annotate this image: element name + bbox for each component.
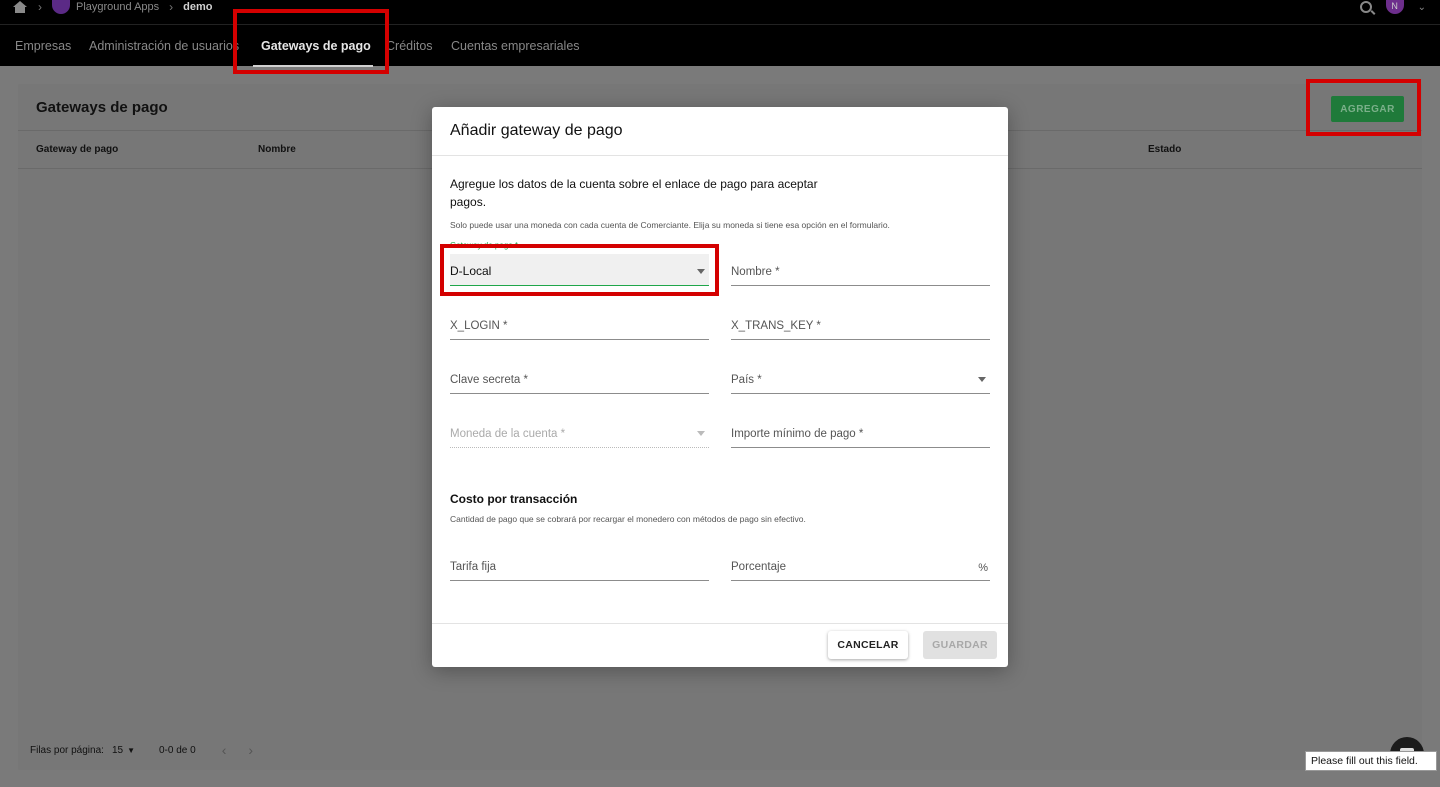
breadcrumb: › Playground Apps › demo (12, 0, 213, 14)
tarifa-fija-label: Tarifa fija (450, 561, 497, 573)
next-page-icon[interactable]: › (248, 742, 253, 758)
previous-page-icon[interactable]: ‹ (222, 742, 227, 758)
divider (432, 623, 1008, 624)
main-nav: Empresas Administración de usuarios Gate… (0, 24, 1440, 67)
tarifa-fija-field[interactable]: Tarifa fija (450, 549, 709, 581)
cancel-button[interactable]: CANCELAR (828, 631, 908, 659)
dropdown-arrow-icon (978, 377, 986, 382)
search-icon[interactable] (1359, 1, 1372, 13)
pagination: Filas por página: 15 ▼ 0-0 de 0 ‹ › (30, 742, 253, 758)
x-trans-key-field[interactable]: X_TRANS_KEY * (731, 308, 990, 340)
chevron-right-icon: › (169, 0, 174, 14)
column-header-estado[interactable]: Estado (1148, 144, 1181, 155)
rows-per-page-value: 15 (111, 744, 124, 756)
porcentaje-field[interactable]: Porcentaje % (731, 549, 990, 581)
pais-select[interactable]: País * (731, 362, 990, 394)
breadcrumb-app-label: Playground Apps (76, 1, 160, 13)
importe-minimo-label: Importe mínimo de pago * (731, 428, 864, 440)
dialog-intro: Agregue los datos de la cuenta sobre el … (450, 177, 818, 209)
moneda-select: Moneda de la cuenta * (450, 416, 709, 448)
moneda-label: Moneda de la cuenta * (450, 428, 566, 440)
chevron-down-icon[interactable]: ⌄ (1418, 2, 1426, 13)
x-login-field[interactable]: X_LOGIN * (450, 308, 709, 340)
highlight-box-add (1306, 79, 1421, 136)
clave-secreta-field[interactable]: Clave secreta * (450, 362, 709, 394)
rows-per-page-label: Filas por página: (30, 744, 104, 756)
dialog-title: Añadir gateway de pago (450, 122, 623, 139)
breadcrumb-current: demo (183, 1, 213, 13)
pagination-range: 0-0 de 0 (158, 744, 196, 756)
app-logo-icon (52, 0, 70, 14)
add-gateway-dialog: Añadir gateway de pago Agregue los datos… (432, 107, 1008, 667)
avatar[interactable]: N (1385, 0, 1404, 14)
breadcrumb-app[interactable]: Playground Apps (52, 0, 159, 14)
caret-down-icon: ▼ (127, 745, 135, 755)
tab-cuentas-empresariales[interactable]: Cuentas empresariales (451, 25, 580, 67)
page-title: Gateways de pago (36, 99, 168, 116)
porcentaje-label: Porcentaje (731, 561, 786, 573)
column-header-gateway[interactable]: Gateway de pago (36, 144, 118, 155)
validation-tooltip: Please fill out this field. (1305, 751, 1437, 771)
rows-per-page-select[interactable]: 15 ▼ (112, 745, 135, 756)
save-button[interactable]: GUARDAR (923, 631, 997, 659)
highlight-box-tab (233, 9, 389, 74)
pais-label: País * (731, 374, 762, 386)
top-bar: › Playground Apps › demo N ⌄ (0, 0, 1440, 24)
cost-hint: Cantidad de pago que se cobrará por reca… (450, 514, 806, 524)
tab-administracion-usuarios[interactable]: Administración de usuarios (89, 25, 239, 67)
chevron-right-icon: › (38, 0, 42, 14)
nombre-label: Nombre * (731, 266, 780, 278)
cost-section-title: Costo por transacción (450, 492, 578, 506)
x-trans-key-label: X_TRANS_KEY * (731, 320, 821, 332)
importe-minimo-field[interactable]: Importe mínimo de pago * (731, 416, 990, 448)
currency-hint: Solo puede usar una moneda con cada cuen… (450, 220, 890, 230)
percent-suffix: % (978, 562, 988, 574)
column-header-nombre[interactable]: Nombre (258, 144, 296, 155)
divider (432, 155, 1008, 156)
clave-secreta-label: Clave secreta * (450, 374, 528, 386)
tab-empresas[interactable]: Empresas (15, 25, 71, 67)
x-login-label: X_LOGIN * (450, 320, 508, 332)
highlight-box-gateway-select (440, 244, 719, 296)
nombre-field[interactable]: Nombre * (731, 254, 990, 286)
dropdown-arrow-icon (697, 431, 705, 436)
tab-creditos[interactable]: Créditos (386, 25, 433, 67)
home-icon[interactable] (12, 1, 28, 13)
